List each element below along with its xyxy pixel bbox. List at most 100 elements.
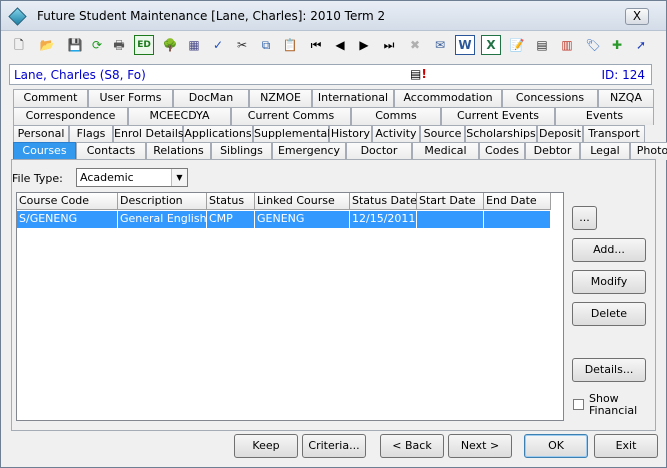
tab-current-events[interactable]: Current Events [441,107,555,125]
tab-contacts[interactable]: Contacts [76,142,146,160]
tag-icon[interactable]: 🏷 [583,35,603,55]
back-button[interactable]: < Back [380,434,444,458]
app-diamond-icon [8,7,27,26]
grid-header: Course Code Description Status Linked Cours… [17,193,563,210]
add-note-icon[interactable]: ✚ [607,35,627,55]
cell-course-code: S/GENENG [17,211,118,228]
close-button[interactable]: X [625,8,649,25]
attendance-icon[interactable]: ▥ [557,35,577,55]
tab-comms[interactable]: Comms [351,107,441,125]
more-options-button[interactable]: ... [572,206,597,230]
tab-nzmoe[interactable]: NZMOE [249,89,312,107]
exit-button[interactable]: Exit [594,434,658,458]
excel-icon[interactable]: X [481,35,501,55]
tab-relations[interactable]: Relations [146,142,211,160]
details-button[interactable]: Details... [572,358,646,382]
delete-icon[interactable]: ✖ [405,35,425,55]
show-financial-checkbox[interactable] [573,399,584,410]
column-header-start-date[interactable]: Start Date [417,193,484,210]
email-icon[interactable]: ✉ [430,35,450,55]
notes-alert-icon[interactable]: ▤! [410,67,427,81]
tab-nzqa[interactable]: NZQA [598,89,654,107]
cell-start-date [417,211,484,228]
student-name: Lane, Charles (S8, Fo) [14,68,146,82]
tab-correspondence[interactable]: Correspondence [13,107,128,125]
spellcheck-icon[interactable]: ✓ [208,35,228,55]
tab-codes[interactable]: Codes [479,142,525,160]
edit-mode-icon[interactable]: ED [134,35,154,55]
tab-transport[interactable]: Transport [583,125,645,143]
tab-debtor[interactable]: Debtor [525,142,580,160]
tab-medical[interactable]: Medical [412,142,479,160]
courses-grid[interactable]: Course Code Description Status Linked Cours… [16,192,564,421]
column-header-course-code[interactable]: Course Code [17,193,118,210]
next-record-icon[interactable]: ▶ [354,35,374,55]
tab-scholarships[interactable]: Scholarships [465,125,537,143]
tab-docman[interactable]: DocMan [173,89,249,107]
cell-linked-course: GENENG [255,211,350,228]
tab-enrol-details[interactable]: Enrol Details [113,125,184,143]
tab-photo[interactable]: Photo [630,142,667,160]
add-button[interactable]: Add... [572,238,646,262]
calculator-icon[interactable]: ▦ [184,35,204,55]
cut-icon[interactable]: ✂ [232,35,252,55]
tab-doctor[interactable]: Doctor [346,142,412,160]
column-header-end-date[interactable]: End Date [484,193,551,210]
cell-description: General English [118,211,207,228]
cell-status-date: 12/15/2011 [350,211,417,228]
column-header-status[interactable]: Status [207,193,255,210]
new-record-icon[interactable]: 🗋 [9,35,29,55]
tab-international[interactable]: International [312,89,394,107]
tab-activity[interactable]: Activity [372,125,420,143]
tab-siblings[interactable]: Siblings [211,142,272,160]
tab-supplemental[interactable]: Supplemental [253,125,330,143]
tab-user-forms[interactable]: User Forms [88,89,173,107]
tab-accommodation[interactable]: Accommodation [394,89,502,107]
tab-history[interactable]: History [329,125,372,143]
word-icon[interactable]: W [455,35,475,55]
column-header-status-date[interactable]: Status Date [350,193,417,210]
tab-comment[interactable]: Comment [13,89,88,107]
modify-button[interactable]: Modify [572,270,646,294]
refresh-icon[interactable]: ⟳ [87,35,107,55]
tab-mceecdya[interactable]: MCEECDYA [128,107,231,125]
tab-personal[interactable]: Personal [13,125,69,143]
tab-legal[interactable]: Legal [580,142,630,160]
file-type-value: Academic [80,171,134,184]
copy-icon[interactable]: ⧉ [256,35,276,55]
clipboard-icon[interactable]: 📝 [507,35,527,55]
open-folder-icon[interactable]: 📂 [37,35,57,55]
tab-deposit[interactable]: Deposit [537,125,583,143]
tab-flags[interactable]: Flags [69,125,113,143]
save-icon[interactable]: 💾 [65,35,85,55]
cell-status: CMP [207,211,255,228]
tab-concessions[interactable]: Concessions [502,89,598,107]
file-type-dropdown[interactable]: Academic ▼ [76,168,188,187]
paste-icon[interactable]: 📋 [280,35,300,55]
arrow-icon[interactable]: ➚ [631,35,651,55]
next-button[interactable]: Next > [448,434,512,458]
keep-button[interactable]: Keep [234,434,298,458]
window-title: Future Student Maintenance [Lane, Charle… [37,9,386,23]
ok-button[interactable]: OK [524,434,588,458]
tree-icon[interactable]: 🌳 [160,35,180,55]
tab-applications[interactable]: Applications [183,125,253,143]
last-record-icon[interactable]: ⏭ [379,35,399,55]
delete-button[interactable]: Delete [572,302,646,326]
tab-events[interactable]: Events [555,107,654,125]
calendar-icon[interactable]: ▤ [532,35,552,55]
criteria-button[interactable]: Criteria... [302,434,366,458]
chevron-down-icon[interactable]: ▼ [171,169,187,186]
tab-current-comms[interactable]: Current Comms [231,107,351,125]
column-header-linked-course[interactable]: Linked Course [255,193,350,210]
previous-record-icon[interactable]: ◀ [330,35,350,55]
table-row[interactable]: S/GENENG General English CMP GENENG 12/15/20… [17,211,551,228]
tab-emergency[interactable]: Emergency [272,142,346,160]
tab-source[interactable]: Source [420,125,465,143]
column-header-description[interactable]: Description [118,193,207,210]
student-id: ID: 124 [601,68,645,82]
show-financial-label[interactable]: Show Financial [589,393,649,417]
first-record-icon[interactable]: ⏮ [306,35,326,55]
cell-end-date [484,211,551,228]
print-icon[interactable]: 🖶 [109,35,129,55]
